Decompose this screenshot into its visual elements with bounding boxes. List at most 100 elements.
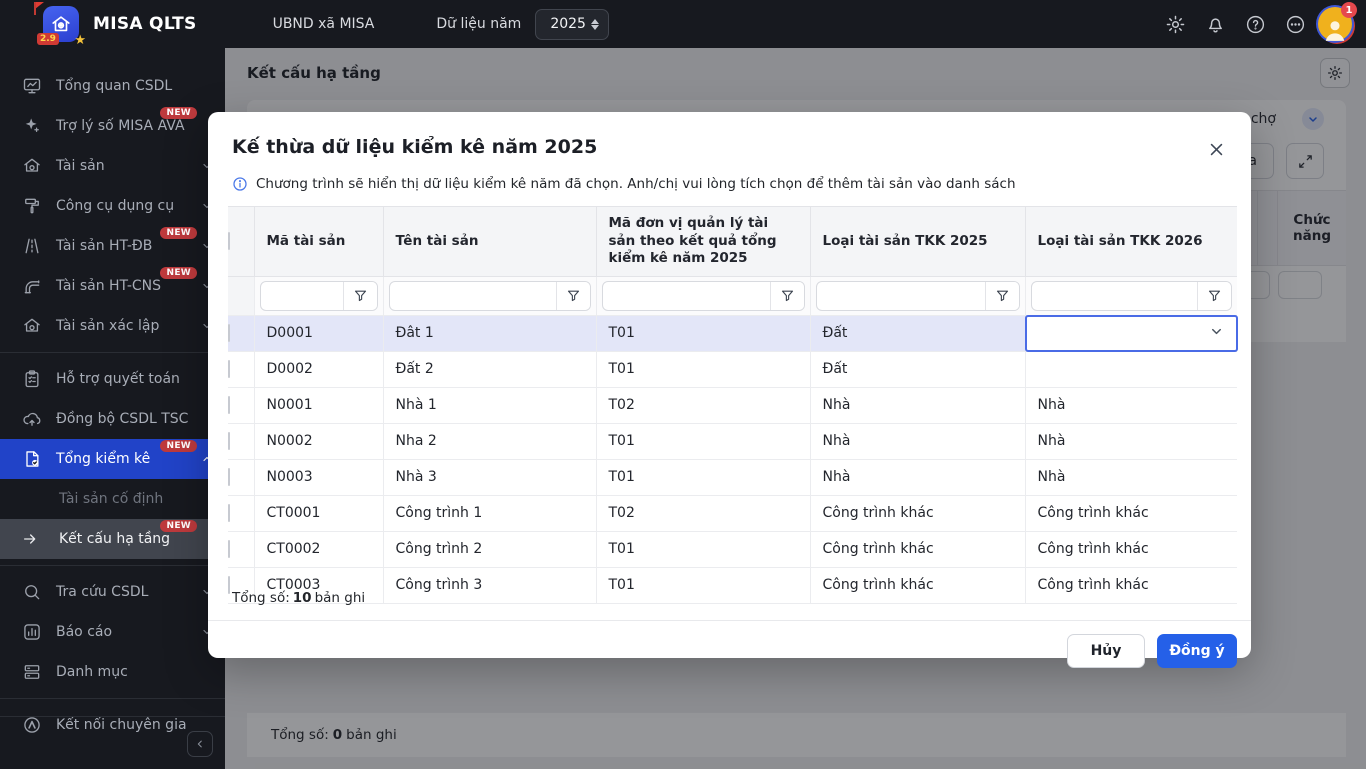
info-icon	[232, 176, 248, 192]
sidebar-items: Tổng quan CSDLTrợ lý số MISA AVANEWTài s…	[0, 66, 225, 745]
asset-name-cell: Đât 1	[383, 315, 596, 351]
checkbox-cell	[228, 351, 254, 387]
filter-funnel-icon[interactable]	[985, 282, 1019, 310]
table-row[interactable]: CT0002Công trình 2T01Công trình khácCông…	[228, 531, 1237, 567]
table-row[interactable]: N0001Nhà 1T02NhàNhà	[228, 387, 1237, 423]
sidebar-item-14[interactable]: Danh mục	[0, 652, 225, 692]
table-row[interactable]: N0002Nha 2T01NhàNhà	[228, 423, 1237, 459]
type-2025-cell: Công trình khác	[810, 495, 1025, 531]
modal-table: Mã tài sản Tên tài sản Mã đơn vị quản lý…	[228, 206, 1237, 604]
arrow-right-icon	[22, 531, 38, 547]
checkbox-cell	[228, 495, 254, 531]
select-all-checkbox[interactable]	[228, 232, 230, 250]
sidebar-item-8[interactable]: Đồng bộ CSDL TSC	[0, 399, 225, 439]
settings-gear-icon[interactable]	[1158, 7, 1192, 41]
table-row[interactable]: N0003Nhà 3T01NhàNhà	[228, 459, 1237, 495]
row-checkbox[interactable]	[228, 504, 230, 522]
sidebar-item-3[interactable]: Công cụ dụng cụ	[0, 186, 225, 226]
inventory-icon	[22, 449, 42, 469]
sidebar-item-label: Tra cứu CSDL	[56, 584, 148, 600]
pipe-icon	[22, 276, 42, 296]
modal-info-row: Chương trình sẽ hiển thị dữ liệu kiểm kê…	[232, 176, 1016, 192]
filter-funnel-icon[interactable]	[1197, 282, 1231, 310]
row-checkbox[interactable]	[228, 432, 230, 450]
chevron-down-icon	[1209, 324, 1224, 343]
year-select[interactable]: 2025	[535, 9, 609, 40]
sidebar-item-label: Danh mục	[56, 664, 128, 680]
close-icon[interactable]	[1201, 134, 1231, 164]
asset-code-cell: D0002	[254, 351, 383, 387]
modal-table-body: D0001Đât 1T01ĐấtD0002Đất 2T01ĐấtN0001Nhà…	[228, 315, 1237, 603]
column-header: Mã tài sản	[254, 207, 383, 277]
filter-funnel-icon[interactable]	[556, 282, 590, 310]
type-2026-cell: Nhà	[1025, 387, 1237, 423]
row-checkbox[interactable]	[228, 540, 230, 558]
table-row[interactable]: D0001Đât 1T01Đất	[228, 315, 1237, 351]
divider	[0, 565, 225, 566]
cloudsync-icon	[22, 409, 42, 429]
sidebar-item-5[interactable]: Tài sản HT-CNSNEW	[0, 266, 225, 306]
sidebar-item-11[interactable]: Kết cấu hạ tầngNEW	[0, 519, 225, 559]
topbar-actions: 1	[1158, 7, 1366, 41]
cancel-button[interactable]: Hủy	[1067, 634, 1145, 668]
inherit-data-modal: Kế thừa dữ liệu kiểm kê năm 2025 Chương …	[208, 112, 1251, 658]
more-options-icon[interactable]	[1278, 7, 1312, 41]
row-checkbox[interactable]	[228, 360, 230, 378]
asset-code-cell: CT0001	[254, 495, 383, 531]
type-2025-cell: Nhà	[810, 423, 1025, 459]
asset-name-cell: Công trình 2	[383, 531, 596, 567]
type-2026-cell: Công trình khác	[1025, 567, 1237, 603]
sidebar-item-label: Công cụ dụng cụ	[56, 198, 174, 214]
notifications-bell-icon[interactable]	[1198, 7, 1232, 41]
filter-input-code[interactable]	[261, 282, 343, 310]
filter-input-type2025[interactable]	[817, 282, 985, 310]
asset-icon	[22, 156, 42, 176]
sidebar-item-4[interactable]: Tài sản HT-ĐBNEW	[0, 226, 225, 266]
expert-icon	[22, 715, 42, 735]
row-checkbox[interactable]	[228, 468, 230, 486]
filter-input-type2026[interactable]	[1032, 282, 1198, 310]
asset-code-cell: N0002	[254, 423, 383, 459]
row-checkbox[interactable]	[228, 324, 230, 342]
filter-input-unit[interactable]	[603, 282, 770, 310]
sidebar-item-9[interactable]: Tổng kiểm kêNEW	[0, 439, 225, 479]
sidebar-item-label: Tổng quan CSDL	[56, 78, 172, 94]
asset-name-cell: Nhà 3	[383, 459, 596, 495]
filter-funnel-icon[interactable]	[343, 282, 377, 310]
tools-icon	[22, 196, 42, 216]
version-badge: 2.9	[37, 33, 59, 45]
new-badge: NEW	[160, 107, 197, 119]
table-row[interactable]: CT0003Công trình 3T01Công trình khácCông…	[228, 567, 1237, 603]
table-row[interactable]: D0002Đất 2T01Đất	[228, 351, 1237, 387]
help-icon[interactable]	[1238, 7, 1272, 41]
sidebar-item-7[interactable]: Hỗ trợ quyết toán	[0, 359, 225, 399]
asset-icon	[22, 316, 42, 336]
road-icon	[22, 236, 42, 256]
app-logo: 2.9 ★	[42, 5, 80, 43]
sidebar-item-10[interactable]: Tài sản cố định	[0, 479, 225, 519]
type-2026-select[interactable]	[1025, 315, 1239, 352]
sidebar-item-1[interactable]: Trợ lý số MISA AVANEW	[0, 106, 225, 146]
table-row[interactable]: CT0001Công trình 1T02Công trình khácCông…	[228, 495, 1237, 531]
row-checkbox[interactable]	[228, 396, 230, 414]
select-all-cell	[228, 207, 254, 277]
new-badge: NEW	[160, 520, 197, 532]
confirm-button[interactable]: Đồng ý	[1157, 634, 1237, 668]
sidebar-item-13[interactable]: Báo cáo	[0, 612, 225, 652]
year-label: Dữ liệu năm	[436, 16, 521, 32]
new-badge: NEW	[160, 267, 197, 279]
stepper-icon	[591, 19, 599, 30]
sidebar-item-2[interactable]: Tài sản	[0, 146, 225, 186]
avatar[interactable]: 1	[1318, 7, 1352, 41]
type-2026-cell: Công trình khác	[1025, 495, 1237, 531]
sidebar-collapse-button[interactable]	[187, 731, 213, 757]
column-header: Loại tài sản TKK 2026	[1025, 207, 1237, 277]
filter-input-name[interactable]	[390, 282, 556, 310]
sidebar-item-6[interactable]: Tài sản xác lập	[0, 306, 225, 346]
star-icon: ★	[74, 34, 86, 47]
divider	[0, 352, 225, 353]
row-checkbox[interactable]	[228, 576, 230, 594]
sidebar-item-0[interactable]: Tổng quan CSDL	[0, 66, 225, 106]
sidebar-item-12[interactable]: Tra cứu CSDL	[0, 572, 225, 612]
filter-funnel-icon[interactable]	[770, 282, 804, 310]
